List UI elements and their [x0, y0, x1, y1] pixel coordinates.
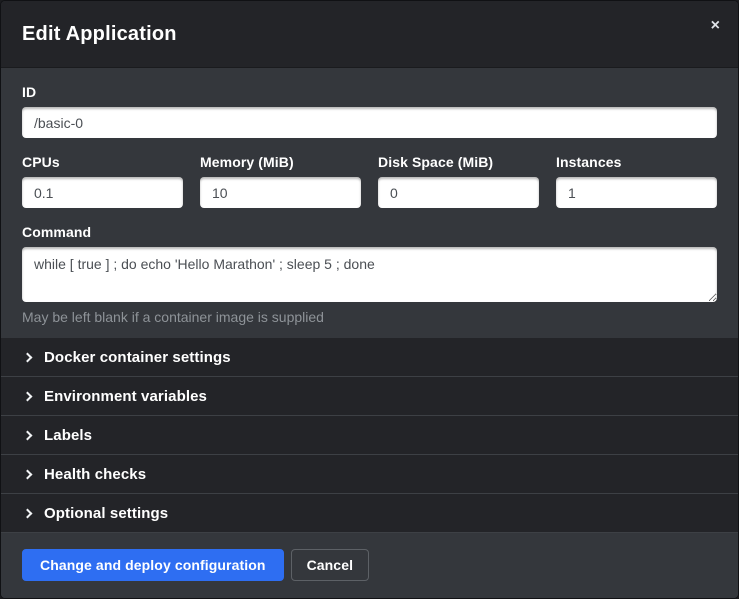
memory-input[interactable]: [200, 177, 361, 208]
section-label: Environment variables: [44, 388, 207, 405]
section-docker-container-settings[interactable]: Docker container settings: [1, 338, 738, 377]
edit-application-modal: Edit Application × ID CPUs Memory (MiB) …: [0, 0, 739, 599]
section-health-checks[interactable]: Health checks: [1, 455, 738, 494]
id-field-group: ID: [22, 84, 717, 138]
cancel-button[interactable]: Cancel: [291, 549, 370, 581]
command-field-group: Command while [ true ] ; do echo 'Hello …: [22, 224, 717, 325]
section-label: Labels: [44, 427, 92, 444]
chevron-right-icon: [23, 352, 33, 362]
section-label: Health checks: [44, 466, 146, 483]
accordion-sections: Docker container settings Environment va…: [1, 338, 738, 533]
change-and-deploy-button[interactable]: Change and deploy configuration: [22, 549, 284, 581]
modal-header: Edit Application ×: [1, 1, 738, 68]
command-label: Command: [22, 224, 717, 240]
section-label: Optional settings: [44, 505, 168, 522]
memory-field-group: Memory (MiB): [200, 154, 361, 208]
modal-footer: Change and deploy configuration Cancel: [1, 533, 738, 598]
resources-row: CPUs Memory (MiB) Disk Space (MiB) Insta…: [22, 154, 717, 208]
instances-label: Instances: [556, 154, 717, 170]
application-form: ID CPUs Memory (MiB) Disk Space (MiB) In…: [1, 68, 738, 338]
instances-field-group: Instances: [556, 154, 717, 208]
instances-input[interactable]: [556, 177, 717, 208]
disk-field-group: Disk Space (MiB): [378, 154, 539, 208]
disk-label: Disk Space (MiB): [378, 154, 539, 170]
memory-label: Memory (MiB): [200, 154, 361, 170]
chevron-right-icon: [23, 391, 33, 401]
section-environment-variables[interactable]: Environment variables: [1, 377, 738, 416]
command-help-text: May be left blank if a container image i…: [22, 309, 717, 325]
section-label: Docker container settings: [44, 349, 231, 366]
disk-input[interactable]: [378, 177, 539, 208]
close-icon[interactable]: ×: [705, 14, 726, 38]
modal-title: Edit Application: [22, 23, 177, 46]
chevron-right-icon: [23, 508, 33, 518]
cpus-label: CPUs: [22, 154, 183, 170]
section-labels[interactable]: Labels: [1, 416, 738, 455]
chevron-right-icon: [23, 430, 33, 440]
cpus-input[interactable]: [22, 177, 183, 208]
id-label: ID: [22, 84, 717, 100]
chevron-right-icon: [23, 469, 33, 479]
command-textarea[interactable]: while [ true ] ; do echo 'Hello Marathon…: [22, 247, 717, 302]
id-input[interactable]: [22, 107, 717, 138]
cpus-field-group: CPUs: [22, 154, 183, 208]
section-optional-settings[interactable]: Optional settings: [1, 494, 738, 533]
